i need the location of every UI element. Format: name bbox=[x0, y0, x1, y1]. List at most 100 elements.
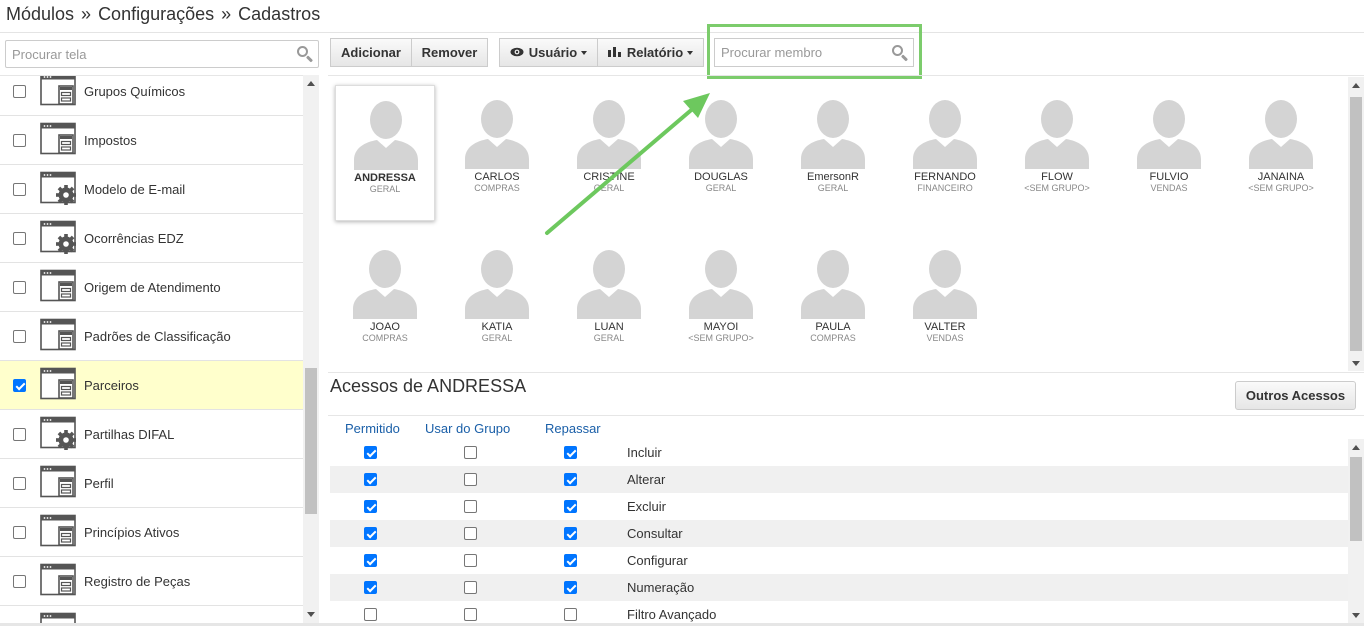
sidebar-item-checkbox[interactable] bbox=[13, 575, 26, 588]
access-row: Incluir bbox=[330, 439, 1348, 466]
column-header-repassar[interactable]: Repassar bbox=[545, 421, 601, 436]
member-card[interactable]: EmersonR GERAL bbox=[783, 85, 883, 221]
sidebar-item[interactable]: Modelo de E-mail bbox=[0, 165, 303, 214]
repassar-checkbox[interactable] bbox=[564, 446, 577, 459]
sidebar-item[interactable]: Partilhas DIFAL bbox=[0, 410, 303, 459]
sidebar-item[interactable]: Parceiros bbox=[0, 361, 303, 410]
sidebar-item-checkbox[interactable] bbox=[13, 526, 26, 539]
scroll-up-arrow-icon[interactable] bbox=[1352, 83, 1360, 88]
member-card[interactable]: CARLOS COMPRAS bbox=[447, 85, 547, 221]
sidebar-item-checkbox[interactable] bbox=[13, 428, 26, 441]
sidebar-item-checkbox[interactable] bbox=[13, 281, 26, 294]
scroll-down-arrow-icon[interactable] bbox=[1352, 361, 1360, 366]
other-access-button[interactable]: Outros Acessos bbox=[1235, 381, 1356, 410]
usar-do-grupo-checkbox[interactable] bbox=[464, 554, 477, 567]
usar-do-grupo-checkbox[interactable] bbox=[464, 581, 477, 594]
user-menu-button[interactable]: Usuário bbox=[499, 38, 598, 67]
search-icon[interactable] bbox=[296, 45, 314, 63]
member-card[interactable]: FULVIO VENDAS bbox=[1119, 85, 1219, 221]
column-header-permitido[interactable]: Permitido bbox=[345, 421, 400, 436]
member-card[interactable]: LUAN GERAL bbox=[559, 235, 659, 371]
member-name: EmersonR bbox=[807, 171, 859, 183]
member-card[interactable]: ANDRESSA GERAL bbox=[335, 85, 435, 221]
permitido-checkbox[interactable] bbox=[364, 554, 377, 567]
scrollbar-thumb[interactable] bbox=[1350, 97, 1362, 351]
sidebar-item[interactable]: Origem de Atendimento bbox=[0, 263, 303, 312]
scroll-down-arrow-icon[interactable] bbox=[1352, 613, 1360, 618]
permitido-checkbox[interactable] bbox=[364, 581, 377, 594]
sidebar-item-checkbox[interactable] bbox=[13, 232, 26, 245]
usar-do-grupo-checkbox[interactable] bbox=[464, 446, 477, 459]
sidebar-item-checkbox[interactable] bbox=[13, 379, 26, 392]
member-card[interactable]: KATIA GERAL bbox=[447, 235, 547, 371]
window-form-icon bbox=[40, 318, 78, 354]
member-grid-scrollbar[interactable] bbox=[1348, 77, 1364, 371]
sidebar-item-checkbox[interactable] bbox=[13, 134, 26, 147]
report-menu-button[interactable]: Relatório bbox=[597, 38, 704, 67]
screen-search-box bbox=[5, 40, 319, 68]
permitido-checkbox[interactable] bbox=[364, 473, 377, 486]
repassar-checkbox[interactable] bbox=[564, 473, 577, 486]
breadcrumb-item-configuracoes[interactable]: Configurações bbox=[98, 4, 214, 24]
permitido-checkbox[interactable] bbox=[364, 500, 377, 513]
bar-chart-icon bbox=[607, 45, 622, 60]
repassar-checkbox[interactable] bbox=[564, 500, 577, 513]
sidebar-item-label: Padrões de Classificação bbox=[84, 329, 231, 344]
screen-search-input[interactable] bbox=[6, 41, 286, 67]
sidebar-item[interactable]: Perfil bbox=[0, 459, 303, 508]
window-form-icon bbox=[40, 612, 78, 623]
member-group: <SEM GRUPO> bbox=[1248, 183, 1314, 193]
usar-do-grupo-checkbox[interactable] bbox=[464, 608, 477, 621]
usar-do-grupo-checkbox[interactable] bbox=[464, 473, 477, 486]
member-card[interactable]: VALTER VENDAS bbox=[895, 235, 995, 371]
sidebar-item-label: Ocorrências EDZ bbox=[84, 231, 184, 246]
sidebar-item[interactable]: Padrões de Classificação bbox=[0, 312, 303, 361]
usar-do-grupo-checkbox[interactable] bbox=[464, 500, 477, 513]
scroll-down-arrow-icon[interactable] bbox=[307, 612, 315, 617]
sidebar-item[interactable]: Princípios Ativos bbox=[0, 508, 303, 557]
repassar-checkbox[interactable] bbox=[564, 527, 577, 540]
screen-list-scrollbar[interactable] bbox=[303, 75, 319, 623]
member-card[interactable]: JOAO COMPRAS bbox=[335, 235, 435, 371]
breadcrumb-item-modulos[interactable]: Módulos bbox=[6, 4, 74, 24]
member-card[interactable]: FERNANDO FINANCEIRO bbox=[895, 85, 995, 221]
sidebar-item-checkbox[interactable] bbox=[13, 330, 26, 343]
sidebar-item-label: Parceiros bbox=[84, 378, 139, 393]
sidebar-item-checkbox[interactable] bbox=[13, 183, 26, 196]
permitido-checkbox[interactable] bbox=[364, 608, 377, 621]
sidebar-item-checkbox[interactable] bbox=[13, 477, 26, 490]
sidebar-item[interactable] bbox=[0, 606, 303, 623]
sidebar-item-checkbox[interactable] bbox=[13, 85, 26, 98]
member-card[interactable]: JANAINA <SEM GRUPO> bbox=[1231, 85, 1331, 221]
member-name: JOAO bbox=[370, 321, 400, 333]
column-header-usar-do-grupo[interactable]: Usar do Grupo bbox=[425, 421, 510, 436]
remove-button[interactable]: Remover bbox=[411, 38, 488, 67]
member-name: ANDRESSA bbox=[354, 172, 416, 184]
member-card[interactable]: PAULA COMPRAS bbox=[783, 235, 883, 371]
app-root: Módulos » Configurações » Cadastros Grupos Q… bbox=[0, 0, 1364, 626]
sidebar-item[interactable]: Registro de Peças bbox=[0, 557, 303, 606]
member-card[interactable]: FLOW <SEM GRUPO> bbox=[1007, 85, 1107, 221]
scroll-up-arrow-icon[interactable] bbox=[1352, 445, 1360, 450]
permitido-checkbox[interactable] bbox=[364, 527, 377, 540]
member-card[interactable]: MAYOI <SEM GRUPO> bbox=[671, 235, 771, 371]
access-table-scrollbar[interactable] bbox=[1348, 439, 1364, 623]
sidebar-item[interactable]: Grupos Químicos bbox=[0, 76, 303, 116]
header-divider bbox=[0, 32, 1364, 33]
usar-do-grupo-checkbox[interactable] bbox=[464, 527, 477, 540]
access-row: Excluir bbox=[330, 493, 1348, 520]
repassar-checkbox[interactable] bbox=[564, 608, 577, 621]
sidebar-item[interactable]: Impostos bbox=[0, 116, 303, 165]
sidebar-item-label: Impostos bbox=[84, 133, 137, 148]
repassar-checkbox[interactable] bbox=[564, 554, 577, 567]
permitido-checkbox[interactable] bbox=[364, 446, 377, 459]
add-button[interactable]: Adicionar bbox=[330, 38, 412, 67]
report-menu-label: Relatório bbox=[626, 45, 684, 60]
repassar-checkbox[interactable] bbox=[564, 581, 577, 594]
scrollbar-thumb[interactable] bbox=[1350, 457, 1362, 541]
chevron-down-icon bbox=[687, 50, 694, 55]
scroll-up-arrow-icon[interactable] bbox=[307, 81, 315, 86]
scrollbar-thumb[interactable] bbox=[305, 368, 317, 514]
permission-label: Incluir bbox=[627, 445, 662, 460]
sidebar-item[interactable]: Ocorrências EDZ bbox=[0, 214, 303, 263]
